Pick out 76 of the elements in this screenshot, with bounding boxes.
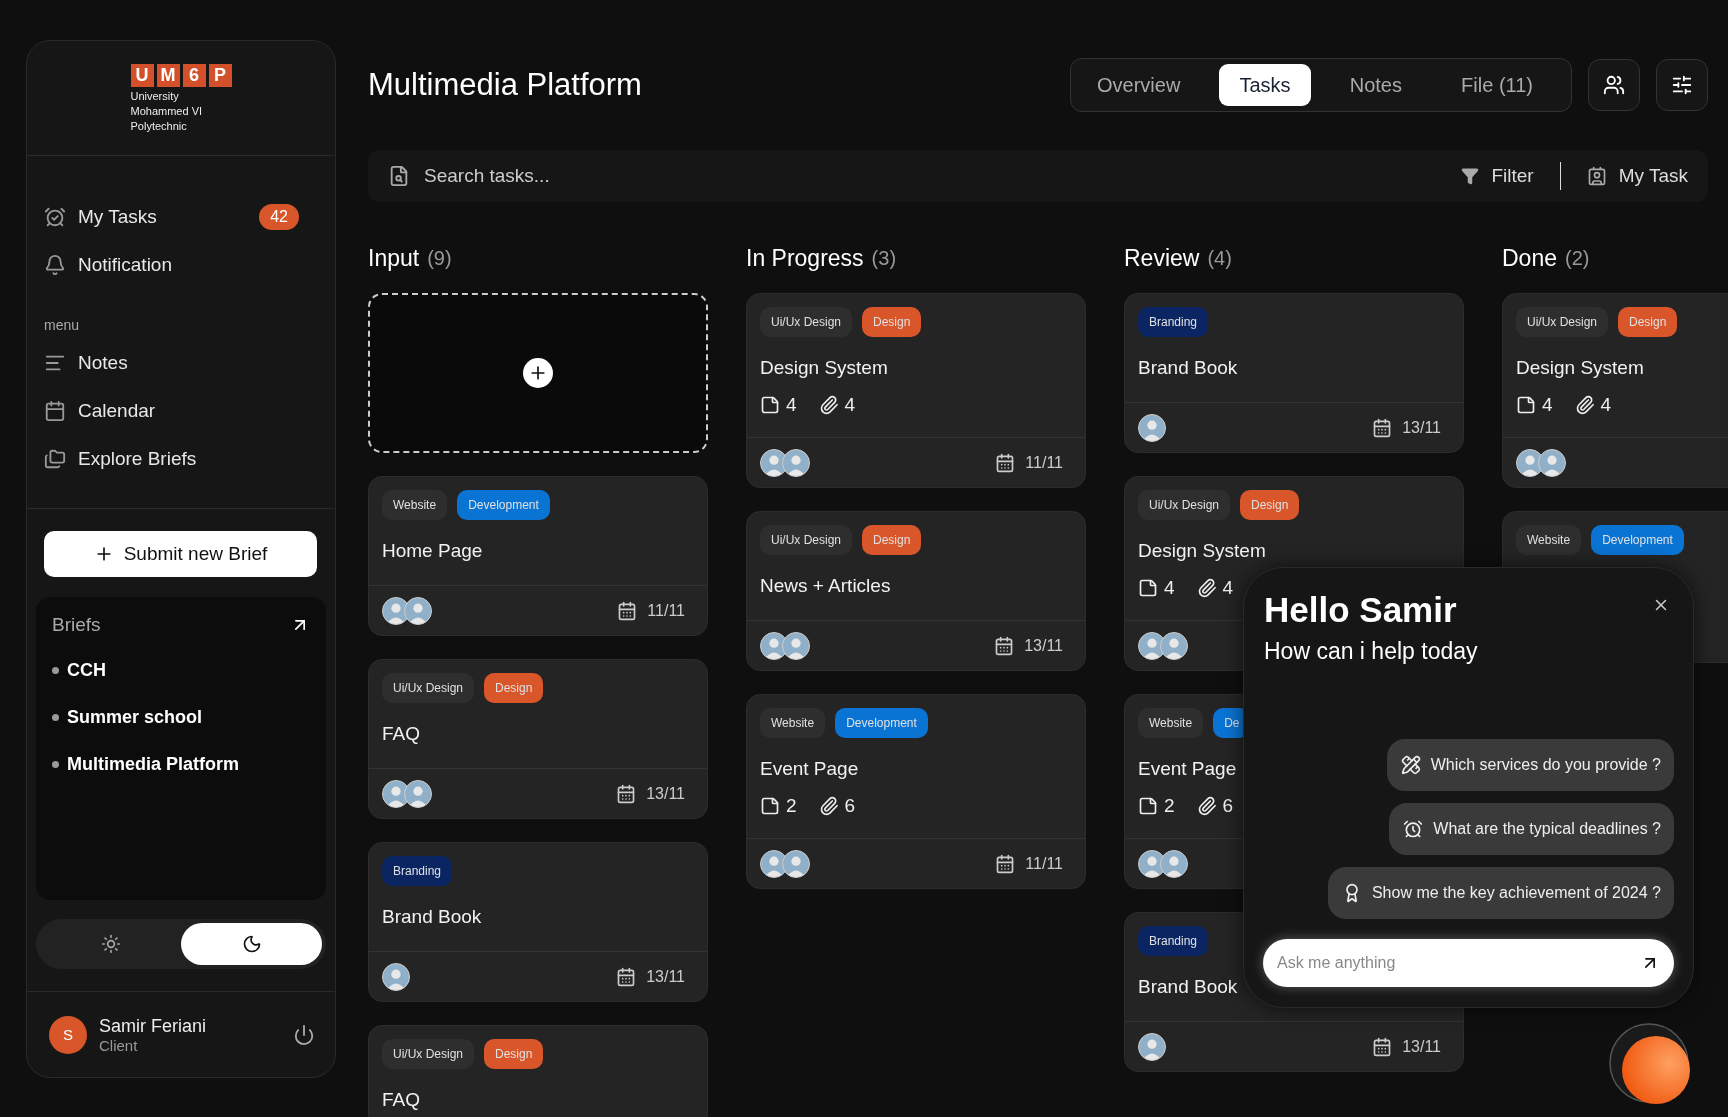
attachment-count: 4 [1600,394,1612,416]
tag: Website [1516,525,1582,555]
logo-text: Polytechnic [130,120,188,132]
due-date: 11/11 [647,601,685,620]
due-date: 13/11 [646,784,685,803]
column-count: (4) [1207,246,1232,270]
tag: Branding [382,856,453,886]
card-title: Event Page [760,757,859,781]
assistant-subtitle: How can i help today [1264,638,1479,665]
note-count: 4 [1542,394,1553,416]
tag: Ui/Ux Design [382,673,475,703]
column-count: (3) [871,246,897,270]
page-title: Multimedia Platform [368,67,643,103]
tag: Design [1240,490,1300,520]
card-title: FAQ [382,1088,420,1112]
due-date: 11/11 [1025,854,1063,873]
user-name: Samir Feriani [99,1015,208,1037]
logo-letter: M [156,64,180,87]
tag: Ui/Ux Design [1138,490,1231,520]
tag: Website [760,708,826,738]
note-count: 2 [1164,795,1175,817]
due-date: 13/11 [1402,418,1441,437]
card-title: Brand Book [1138,356,1238,380]
user-role: Client [99,1036,139,1054]
note-count: 4 [786,394,797,416]
column-count: (2) [1565,246,1590,270]
assistant-title: Hello Samir [1264,589,1457,631]
card-title: Design System [1138,539,1266,563]
tag: Design [862,307,922,337]
note-count: 4 [1164,577,1175,599]
logo-text: University [130,90,180,102]
due-date: 13/11 [646,967,685,986]
tag: Website [382,490,448,520]
tag: Ui/Ux Design [760,307,853,337]
column-title: Input [368,244,420,272]
column-title: In Progress [746,244,864,272]
note-count: 2 [786,795,797,817]
logo-letter: U [130,64,154,87]
attachment-count: 6 [844,795,856,817]
tag: Ui/Ux Design [760,525,853,555]
attachment-count: 4 [844,394,856,416]
due-date: 13/11 [1024,636,1063,655]
due-date: 11/11 [1025,453,1063,472]
tag: Ui/Ux Design [1516,307,1609,337]
tag: Development [835,708,928,738]
card-title: Brand Book [1138,975,1238,999]
count-badge: 42 [259,204,299,230]
tag: Development [457,490,550,520]
card-title: Design System [760,356,888,380]
logo-letter: 6 [182,64,206,87]
logo-text: Mohammed VI [130,105,204,117]
card-title: Home Page [382,539,483,563]
column-count: (9) [427,246,452,270]
attachment-count: 6 [1222,795,1234,817]
tag: Design [484,673,544,703]
tag: Design [1618,307,1678,337]
tag: Design [862,525,922,555]
card-title: Design System [1516,356,1644,380]
card-title: FAQ [382,722,420,746]
due-date: 13/11 [1402,1037,1441,1056]
tag: Ui/Ux Design [382,1039,475,1069]
column-title: Review [1124,244,1200,272]
tag: Design [484,1039,544,1069]
tag: Website [1138,708,1204,738]
card-title: Event Page [1138,757,1237,781]
card-title: Brand Book [382,905,482,929]
tag: Branding [1138,307,1209,337]
logo-letter: P [208,64,232,87]
user-avatar: S [49,1015,87,1054]
section-label: menu [44,317,81,333]
tag: Branding [1138,926,1209,956]
attachment-count: 4 [1222,577,1234,599]
tag: Development [1591,525,1684,555]
panel-title: Briefs [52,614,101,636]
column-title: Done [1502,244,1557,272]
card-title: News + Articles [760,574,891,598]
